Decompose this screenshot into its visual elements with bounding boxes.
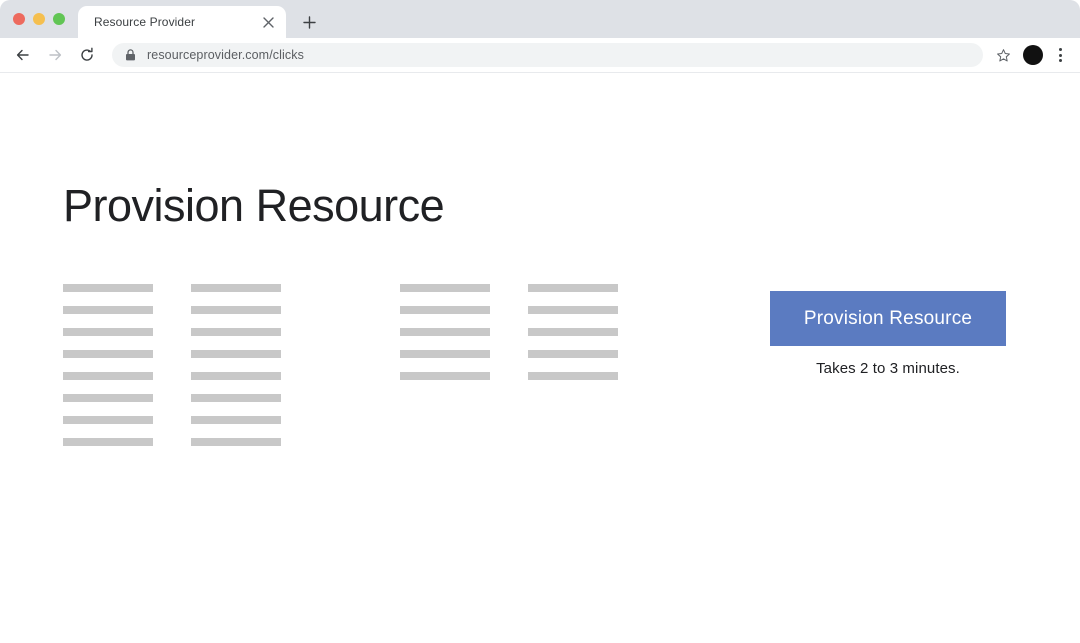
- close-icon[interactable]: [260, 14, 276, 30]
- placeholder-bar: [63, 350, 153, 358]
- new-tab-button[interactable]: [298, 11, 320, 33]
- placeholder-column: [400, 284, 490, 380]
- url-text: resourceprovider.com/clicks: [147, 48, 304, 62]
- maximize-window-button[interactable]: [53, 13, 65, 25]
- tab-title: Resource Provider: [94, 15, 196, 29]
- placeholder-bar: [191, 350, 281, 358]
- placeholder-bar: [191, 416, 281, 424]
- placeholder-bar: [528, 306, 618, 314]
- placeholder-bar: [191, 372, 281, 380]
- placeholder-bar: [63, 306, 153, 314]
- lock-icon: [124, 49, 137, 62]
- placeholder-bar: [191, 284, 281, 292]
- minimize-window-button[interactable]: [33, 13, 45, 25]
- kebab-menu-icon[interactable]: [1052, 45, 1068, 65]
- placeholder-bar: [191, 306, 281, 314]
- provision-action-area: Provision Resource Takes 2 to 3 minutes.: [770, 291, 1006, 377]
- reload-icon[interactable]: [74, 42, 100, 68]
- page-viewport: Provision Resource Provision Resource Ta…: [0, 72, 1080, 643]
- placeholder-column: [528, 284, 618, 380]
- arrow-right-icon: [42, 42, 68, 68]
- placeholder-bar: [400, 328, 490, 336]
- placeholder-bar: [63, 284, 153, 292]
- tab-strip: Resource Provider: [0, 0, 1080, 38]
- close-window-button[interactable]: [13, 13, 25, 25]
- placeholder-bar: [63, 328, 153, 336]
- placeholder-column: [63, 284, 153, 446]
- placeholder-bar: [191, 328, 281, 336]
- browser-toolbar: resourceprovider.com/clicks: [0, 38, 1080, 72]
- provision-resource-button[interactable]: Provision Resource: [770, 291, 1006, 346]
- window-controls: [13, 13, 65, 25]
- browser-tab[interactable]: Resource Provider: [78, 6, 286, 38]
- placeholder-bar: [63, 438, 153, 446]
- placeholder-column: [191, 284, 281, 446]
- placeholder-bar: [63, 394, 153, 402]
- placeholder-bar: [400, 350, 490, 358]
- profile-avatar[interactable]: [1023, 45, 1043, 65]
- placeholder-bar: [528, 328, 618, 336]
- placeholder-bar: [400, 372, 490, 380]
- placeholder-bar: [528, 284, 618, 292]
- provision-hint-text: Takes 2 to 3 minutes.: [816, 360, 960, 377]
- placeholder-bar: [528, 350, 618, 358]
- placeholder-bar: [400, 306, 490, 314]
- page-title: Provision Resource: [63, 180, 445, 231]
- placeholder-bar: [191, 438, 281, 446]
- placeholder-bar: [63, 372, 153, 380]
- arrow-left-icon[interactable]: [10, 42, 36, 68]
- browser-window: Resource Provider resourceprovider.com/c…: [0, 0, 1080, 643]
- placeholder-bar: [191, 394, 281, 402]
- placeholder-bar: [400, 284, 490, 292]
- placeholder-bar: [63, 416, 153, 424]
- star-icon[interactable]: [995, 47, 1011, 63]
- placeholder-bar: [528, 372, 618, 380]
- address-bar[interactable]: resourceprovider.com/clicks: [112, 43, 983, 67]
